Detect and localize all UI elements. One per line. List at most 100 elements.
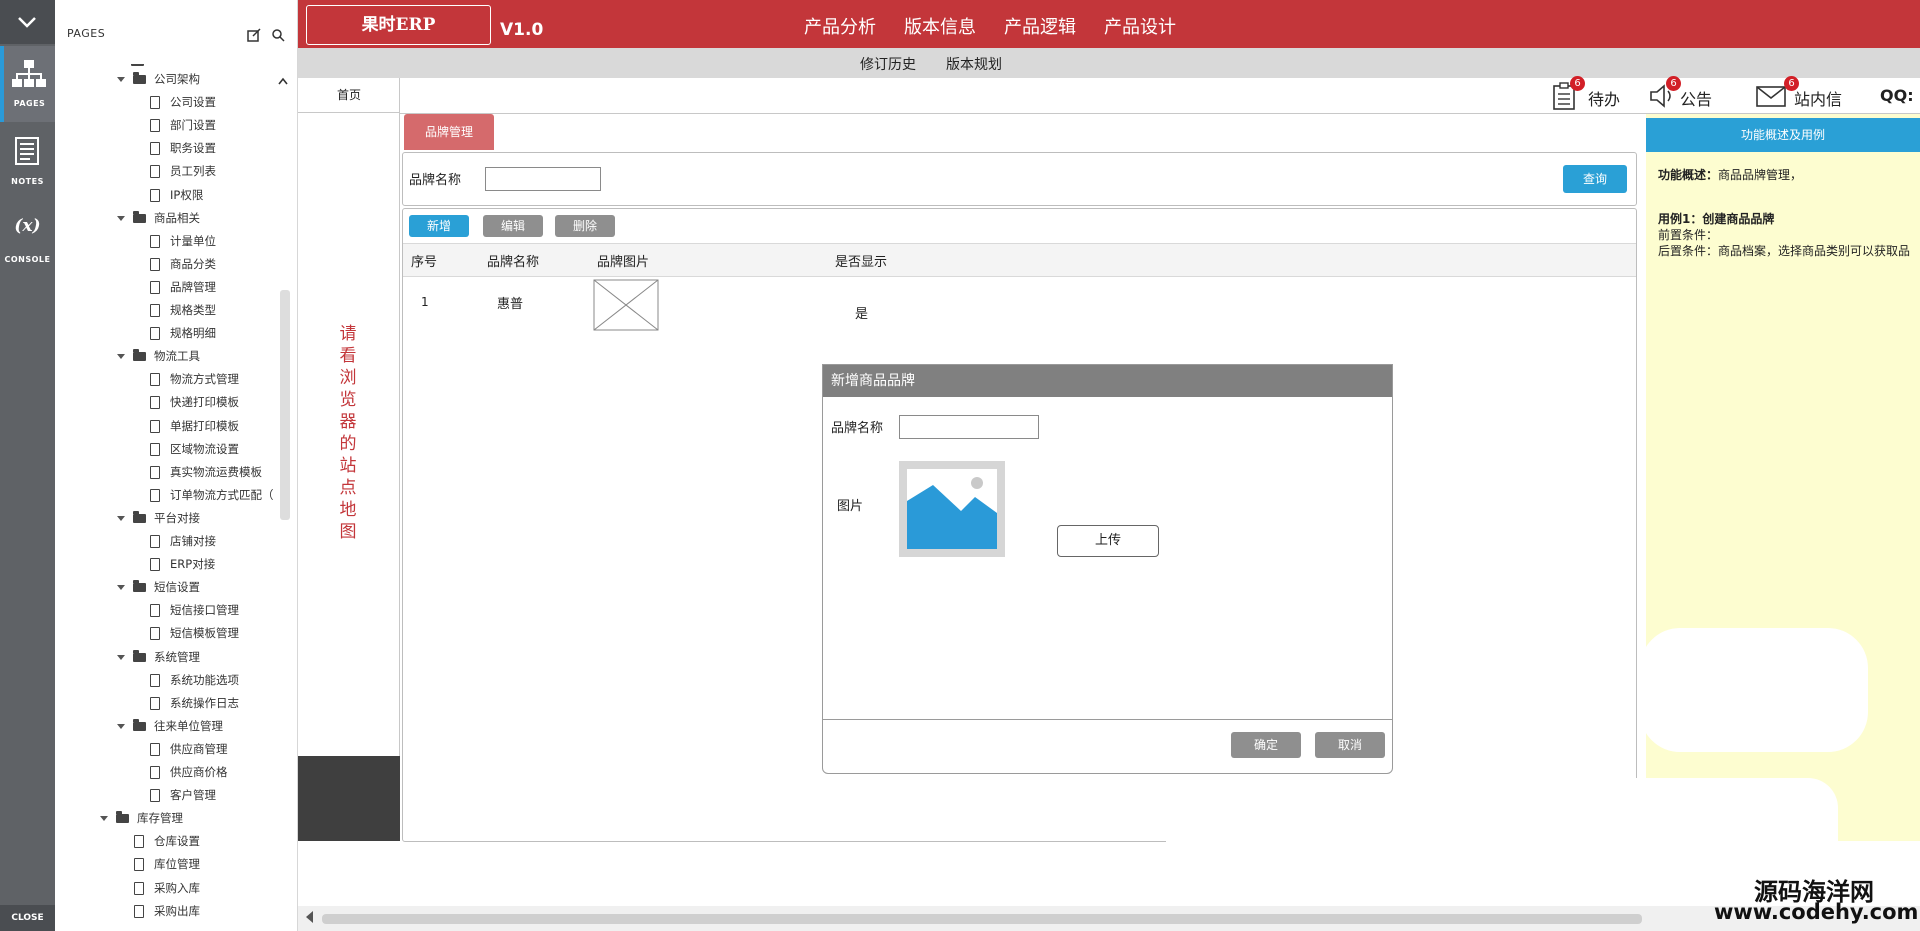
- cancel-button[interactable]: 取消: [1315, 732, 1385, 758]
- subnav-version-plan[interactable]: 版本规划: [946, 54, 1002, 74]
- caret-down-icon[interactable]: [100, 816, 108, 822]
- caret-down-icon[interactable]: [117, 585, 125, 591]
- tree-page[interactable]: 客户管理: [150, 784, 216, 806]
- tree-page[interactable]: 订单物流方式匹配（: [150, 484, 274, 506]
- folder-icon: [133, 510, 146, 523]
- dialog-title: 新增商品品牌: [823, 365, 1392, 397]
- tree-page[interactable]: 规格明细: [150, 322, 216, 344]
- notice-button[interactable]: 6 公告: [1648, 76, 1728, 114]
- tree-folder[interactable]: 平台对接: [117, 507, 200, 529]
- query-button[interactable]: 查询: [1563, 165, 1627, 193]
- tree-item-label: 供应商价格: [170, 765, 228, 779]
- app-logo[interactable]: 果时ERP: [306, 5, 491, 45]
- page-icon: [150, 627, 160, 641]
- page-icon: [150, 535, 160, 548]
- confirm-button[interactable]: 确定: [1231, 732, 1301, 758]
- tree-folder[interactable]: 往来单位管理: [117, 715, 223, 737]
- page-icon: [134, 904, 144, 918]
- tree-page[interactable]: 职务设置: [150, 137, 216, 159]
- tree-page[interactable]: 采购出库: [134, 900, 200, 922]
- upload-button[interactable]: 上传: [1057, 525, 1159, 557]
- tree-scrollbar[interactable]: [280, 290, 290, 520]
- tree-item-label: 采购入库: [154, 880, 200, 895]
- tree-page[interactable]: 库位管理: [134, 853, 200, 875]
- subnav-revision-history[interactable]: 修订历史: [860, 54, 916, 74]
- tree-folder[interactable]: 商品相关: [117, 207, 200, 229]
- tree-page[interactable]: 规格类型: [150, 299, 216, 321]
- caret-down-icon[interactable]: [117, 215, 125, 221]
- tree-page[interactable]: 真实物流运费模板: [150, 461, 262, 483]
- nav-product-logic[interactable]: 产品逻辑: [1004, 13, 1076, 39]
- caret-down-icon[interactable]: [117, 354, 125, 360]
- top-header: 果时ERP V1.0 产品分析 版本信息 产品逻辑 产品设计: [298, 0, 1920, 48]
- usecase-title: 用例1：创建商品品牌: [1658, 212, 1775, 226]
- rail-notes-button[interactable]: NOTES: [0, 124, 55, 200]
- rail-console-button[interactable]: (x) CONSOLE: [0, 202, 55, 278]
- dialog-name-input[interactable]: [899, 415, 1039, 439]
- tree-page[interactable]: 仓库设置: [134, 830, 200, 852]
- tree-page[interactable]: 采购入库: [134, 877, 200, 899]
- search-pages-icon[interactable]: [271, 28, 285, 42]
- tree-page[interactable]: 商品分类: [150, 253, 216, 275]
- tree-folder[interactable]: 库存管理: [100, 807, 183, 829]
- tree-page[interactable]: 单据打印模板: [150, 415, 239, 437]
- tree-page[interactable]: 计量单位: [150, 230, 216, 252]
- chevron-up-icon[interactable]: [277, 76, 289, 86]
- tree-folder[interactable]: 公司架构: [117, 68, 200, 90]
- table-row[interactable]: 1 惠普 是: [403, 277, 1636, 337]
- tree-page[interactable]: 供应商价格: [150, 761, 228, 783]
- folder-icon: [116, 811, 129, 824]
- caret-down-icon[interactable]: [117, 77, 125, 82]
- tree-page[interactable]: 快递打印模板: [150, 391, 239, 413]
- feature-notes-header[interactable]: 功能概述及用例: [1646, 118, 1920, 152]
- tab-brand-management[interactable]: 品牌管理: [404, 114, 494, 150]
- scroll-left-icon[interactable]: [306, 911, 313, 923]
- collapse-toggle[interactable]: [0, 0, 55, 44]
- left-column: 首页 请看浏览器的站点地图: [298, 78, 400, 841]
- mail-button[interactable]: 6 站内信: [1756, 76, 1856, 114]
- todo-button[interactable]: 6 待办: [1552, 76, 1632, 114]
- caret-down-icon[interactable]: [117, 723, 125, 729]
- page-icon: [134, 858, 144, 872]
- horizontal-scrollbar[interactable]: [298, 906, 1920, 931]
- tree-page[interactable]: 公司设置: [150, 91, 216, 113]
- folder-icon: [133, 210, 146, 223]
- tree-page[interactable]: 店铺对接: [150, 530, 216, 552]
- tree-page[interactable]: 供应商管理: [150, 738, 228, 760]
- tree-item-label: 员工列表: [170, 164, 216, 179]
- tree-page[interactable]: ERP对接: [150, 553, 215, 575]
- caret-down-icon[interactable]: [117, 515, 125, 521]
- nav-version-info[interactable]: 版本信息: [904, 13, 976, 39]
- page-tree-panel: 公司架构 公司设置 部门设置 职务设置员工列表 IP权限商品相关计量单位 商品分类 品牌管理…: [55, 0, 298, 931]
- tree-page[interactable]: 员工列表: [150, 160, 216, 182]
- search-name-input[interactable]: [485, 167, 601, 191]
- overview-line: 功能概述：商品品牌管理，: [1658, 166, 1802, 183]
- scrollbar-thumb[interactable]: [322, 914, 1642, 924]
- tree-page[interactable]: 系统功能选项: [150, 669, 239, 691]
- tree-folder[interactable]: 物流工具: [117, 345, 200, 367]
- tree-page[interactable]: 短信模板管理: [150, 622, 239, 644]
- home-tab[interactable]: 首页: [298, 78, 400, 113]
- tree-page[interactable]: 品牌管理: [150, 276, 216, 298]
- delete-brand-button[interactable]: 删除: [555, 215, 615, 237]
- nav-product-analysis[interactable]: 产品分析: [804, 13, 876, 39]
- tree-page[interactable]: 物流方式管理: [150, 368, 239, 390]
- nav-product-design[interactable]: 产品设计: [1104, 13, 1176, 39]
- tree-page[interactable]: 短信接口管理: [150, 599, 239, 621]
- tree-item-label: 商品相关: [154, 210, 200, 225]
- tree-page[interactable]: 部门设置: [150, 114, 216, 136]
- tree-page[interactable]: 区域物流设置: [150, 438, 239, 460]
- caret-down-icon[interactable]: [117, 654, 125, 660]
- new-page-icon[interactable]: [247, 28, 261, 42]
- precondition-text: 前置条件：: [1658, 228, 1719, 242]
- rail-close-button[interactable]: CLOSE: [0, 905, 55, 931]
- rail-pages-button[interactable]: PAGES: [0, 46, 55, 122]
- add-brand-button[interactable]: 新增: [409, 215, 469, 237]
- tree-folder[interactable]: 系统管理: [117, 646, 200, 668]
- tree-page[interactable]: 系统操作日志: [150, 692, 239, 714]
- tree-folder[interactable]: 短信设置: [117, 576, 200, 598]
- overview-text: 商品品牌管理，: [1718, 168, 1803, 182]
- watermark-url: www.codehy.com: [1714, 900, 1919, 924]
- edit-brand-button[interactable]: 编辑: [483, 215, 543, 237]
- tree-page[interactable]: IP权限: [150, 184, 203, 206]
